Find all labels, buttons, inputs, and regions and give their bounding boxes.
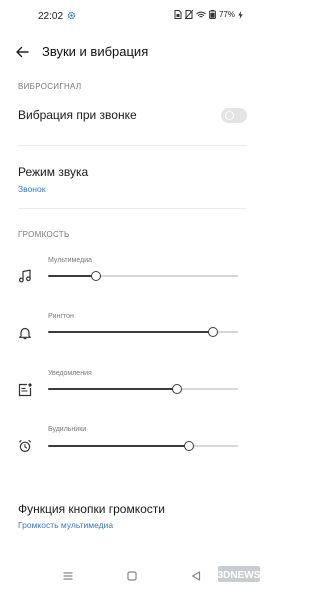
- volume-slider-alarms[interactable]: [48, 441, 238, 451]
- wifi-icon: [196, 11, 206, 18]
- menu-icon[interactable]: [62, 570, 74, 582]
- volume-section-label: ГРОМКОСТЬ: [18, 230, 70, 239]
- alarm-clock-icon: [18, 439, 32, 453]
- ring-vibration-label[interactable]: Вибрация при звонке: [18, 108, 137, 122]
- status-icons: 77%: [174, 10, 243, 19]
- volume-slider-notifications[interactable]: [48, 384, 238, 394]
- page-title: Звуки и вибрация: [42, 44, 149, 59]
- home-icon[interactable]: [126, 570, 138, 582]
- vibration-section-label: ВИБРОСИГНАЛ: [18, 82, 82, 91]
- status-time: 22:02: [38, 11, 64, 22]
- volume-button-function-title[interactable]: Функция кнопки громкости: [18, 502, 165, 516]
- sound-mode-title[interactable]: Режим звука: [18, 165, 88, 179]
- sim-icon: [174, 10, 182, 19]
- back-arrow-icon[interactable]: [14, 44, 30, 60]
- slider-thumb[interactable]: [172, 384, 183, 394]
- slider-thumb[interactable]: [90, 271, 101, 281]
- slider-fill: [48, 331, 214, 333]
- battery-icon: [209, 10, 216, 19]
- slider-fill: [48, 275, 96, 277]
- divider: [18, 208, 247, 209]
- watermark-logo: 3DNEWS: [218, 566, 261, 582]
- slider-thumb[interactable]: [208, 327, 219, 337]
- ring-vibration-toggle[interactable]: [221, 108, 247, 123]
- bell-icon: [19, 327, 31, 340]
- back-icon[interactable]: [190, 570, 202, 582]
- sound-mode-value[interactable]: Звонок: [18, 184, 45, 194]
- gear-icon: [67, 11, 76, 20]
- status-bar: 22:02 77%: [0, 0, 265, 32]
- music-note-icon: [19, 269, 31, 283]
- slider-label-notifications: Уведомления: [48, 370, 92, 377]
- toggle-knob: [225, 111, 234, 120]
- notification-icon: [18, 383, 32, 397]
- divider: [18, 145, 247, 146]
- battery-percent: 77%: [218, 10, 235, 19]
- watermark-text: 3DNEWS: [218, 570, 261, 581]
- no-sim-icon: [184, 10, 193, 19]
- slider-fill: [48, 388, 178, 390]
- slider-fill: [48, 445, 189, 447]
- slider-label-multimedia: Мультимедиа: [48, 257, 92, 264]
- volume-slider-ringtone[interactable]: [48, 327, 238, 337]
- slider-thumb[interactable]: [183, 441, 194, 451]
- volume-button-function-value[interactable]: Громкость мультимедиа: [18, 520, 113, 530]
- volume-slider-multimedia[interactable]: [48, 271, 238, 281]
- slider-label-alarms: Будильники: [48, 426, 87, 433]
- slider-label-ringtone: Рингтон: [48, 313, 74, 320]
- header: Звуки и вибрация: [0, 38, 265, 66]
- charging-icon: [238, 10, 243, 19]
